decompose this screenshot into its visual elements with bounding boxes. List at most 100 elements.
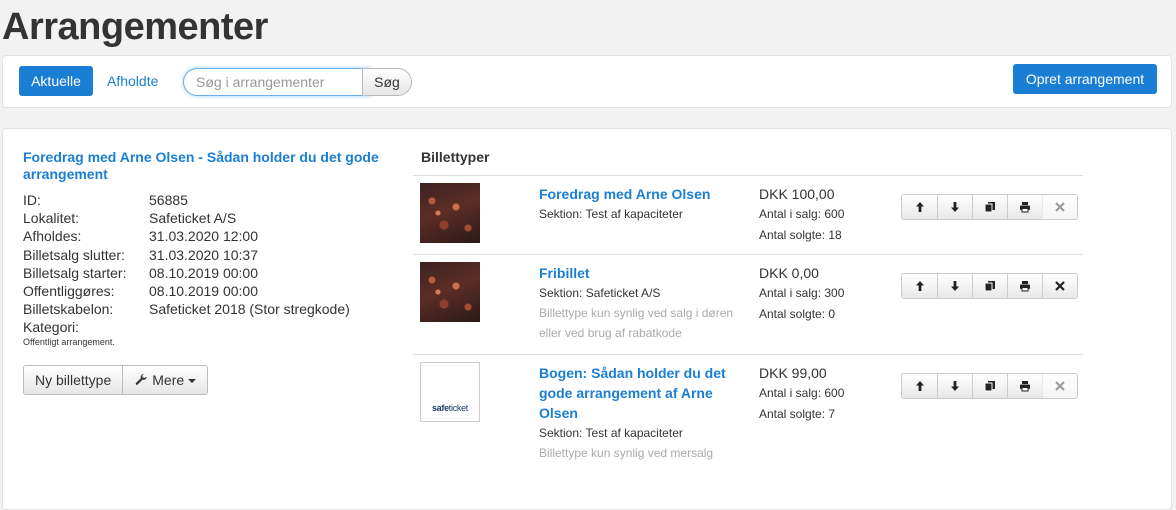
detail-row: Billetskabelon: Safeticket 2018 (Stor str…: [23, 300, 350, 318]
ticket-stats: Antal i salg: 600 Antal solgte: 7: [759, 383, 844, 425]
detail-label: ID:: [23, 192, 41, 208]
create-event-button[interactable]: Opret arrangement: [1013, 64, 1157, 94]
ticket-price: DKK 99,00: [759, 365, 827, 381]
move-down-button[interactable]: [937, 374, 972, 398]
detail-label: Afholdes:: [23, 228, 82, 245]
arrow-up-icon: [915, 202, 924, 212]
ticket-type-row: Fribillet Sektion: Safeticket A/S Billet…: [413, 254, 1083, 354]
detail-label: Kategori:: [23, 319, 80, 336]
detail-label: Billetsalg starter:: [23, 264, 127, 281]
ticket-type-list: Foredrag med Arne Olsen Sektion: Test af…: [413, 175, 1083, 475]
ticket-for-sale: Antal i salg: 300: [759, 286, 845, 300]
ticket-for-sale: Antal i salg: 600: [759, 207, 845, 221]
arrow-up-icon: [915, 281, 924, 291]
move-up-button[interactable]: [902, 274, 937, 298]
arrow-up-icon: [915, 381, 924, 391]
ticket-type-meta: Sektion: Test af kapaciteter Billettype …: [539, 423, 749, 463]
arrow-down-icon: [951, 202, 959, 212]
event-title[interactable]: Foredrag med Arne Olsen - Sådan holder d…: [23, 149, 403, 183]
print-button[interactable]: [1007, 274, 1042, 298]
tab-past[interactable]: Afholdte: [107, 66, 158, 96]
move-down-button[interactable]: [937, 195, 972, 219]
ticket-actions: [901, 194, 1078, 220]
delete-icon: [1055, 381, 1065, 391]
detail-row: Kategori:: [23, 318, 350, 336]
detail-label: Billetskabelon:: [23, 301, 114, 318]
detail-value: 08.10.2019 00:00: [149, 283, 258, 300]
ticket-section: Sektion: Safeticket A/S: [539, 286, 661, 300]
detail-row: Billetsalg starter: 08.10.2019 00:00: [23, 264, 350, 282]
ticket-sold: Antal solgte: 7: [759, 407, 836, 421]
ticket-thumbnail: [420, 262, 480, 322]
ticket-type-meta: Sektion: Safeticket A/S Billettype kun s…: [539, 283, 749, 343]
logo-text-light: ticket: [448, 403, 469, 413]
detail-row: ID: 56885: [23, 191, 350, 209]
ticket-section: Sektion: Test af kapaciteter: [539, 207, 683, 221]
delete-icon: [1055, 202, 1065, 212]
ticket-sold: Antal solgte: 18: [759, 228, 842, 242]
ticket-type-row: safeticket Bogen: Sådan holder du det go…: [413, 354, 1083, 475]
print-icon: [1020, 381, 1030, 392]
event-visibility-note: Offentligt arrangement.: [23, 337, 115, 347]
wrench-icon: [136, 373, 147, 385]
print-icon: [1020, 281, 1030, 292]
detail-value: 56885: [149, 192, 188, 208]
arrow-down-icon: [951, 381, 959, 391]
logo-text-bold: safe: [431, 403, 449, 413]
copy-icon: [984, 281, 995, 292]
detail-row: Billetsalg slutter: 31.03.2020 10:37: [23, 246, 350, 264]
search-button[interactable]: Søg: [362, 68, 412, 96]
print-button[interactable]: [1007, 374, 1042, 398]
page-title: Arrangementer: [2, 6, 268, 48]
copy-button[interactable]: [972, 374, 1007, 398]
detail-row: Lokalitet: Safeticket A/S: [23, 209, 350, 227]
print-button[interactable]: [1007, 195, 1042, 219]
new-ticket-type-button[interactable]: Ny billettype: [24, 366, 123, 394]
detail-value: Safeticket A/S: [149, 210, 237, 227]
copy-icon: [984, 381, 995, 392]
caret-down-icon: [188, 379, 197, 383]
ticket-actions: [901, 373, 1078, 399]
detail-row: Afholdes: 31.03.2020 12:00: [23, 227, 350, 245]
search-input[interactable]: [183, 68, 372, 96]
move-down-button[interactable]: [937, 274, 972, 298]
ticket-price: DKK 0,00: [759, 265, 819, 281]
safeticket-logo: safeticket: [432, 403, 468, 413]
ticket-stats: Antal i salg: 600 Antal solgte: 18: [759, 204, 844, 246]
detail-row: Offentliggøres: 08.10.2019 00:00: [23, 282, 350, 300]
ticket-visibility: Billettype kun synlig ved salg i døren e…: [539, 306, 734, 340]
ticket-type-meta: Sektion: Test af kapaciteter: [539, 204, 683, 224]
detail-value: 08.10.2019 00:00: [149, 264, 258, 281]
ticket-for-sale: Antal i salg: 600: [759, 386, 845, 400]
ticket-thumbnail: safeticket: [420, 362, 480, 422]
ticket-stats: Antal i salg: 300 Antal solgte: 0: [759, 283, 844, 325]
ticket-visibility: Billettype kun synlig ved mersalg: [539, 446, 714, 460]
ticket-sold: Antal solgte: 0: [759, 307, 836, 321]
copy-icon: [984, 202, 995, 213]
arrow-down-icon: [951, 281, 959, 291]
more-label: Mere: [152, 372, 185, 388]
move-up-button[interactable]: [902, 374, 937, 398]
ticket-type-name[interactable]: Foredrag med Arne Olsen: [539, 184, 739, 204]
detail-label: Billetsalg slutter:: [23, 246, 125, 263]
ticket-section: Sektion: Test af kapaciteter: [539, 426, 683, 440]
delete-icon: [1055, 281, 1065, 291]
event-panel: Foredrag med Arne Olsen - Sådan holder d…: [2, 128, 1172, 510]
tab-current[interactable]: Aktuelle: [19, 66, 93, 96]
toolbar: Aktuelle Afholdte Søg Opret arrangement: [2, 55, 1172, 108]
ticket-type-name[interactable]: Bogen: Sådan holder du det gode arrangem…: [539, 363, 739, 423]
move-up-button[interactable]: [902, 195, 937, 219]
copy-button[interactable]: [972, 195, 1007, 219]
ticket-price: DKK 100,00: [759, 186, 835, 202]
copy-button[interactable]: [972, 274, 1007, 298]
delete-button[interactable]: [1042, 374, 1077, 398]
detail-value: 31.03.2020 12:00: [149, 228, 258, 245]
event-details: ID: 56885 Lokalitet: Safeticket A/S Afhold…: [23, 191, 350, 337]
delete-button[interactable]: [1042, 274, 1077, 298]
ticket-actions: [901, 273, 1078, 299]
more-dropdown-button[interactable]: Mere: [122, 366, 208, 394]
ticket-type-name[interactable]: Fribillet: [539, 263, 739, 283]
ticket-types-header: Billettyper: [421, 149, 490, 165]
delete-button[interactable]: [1042, 195, 1077, 219]
print-icon: [1020, 202, 1030, 213]
